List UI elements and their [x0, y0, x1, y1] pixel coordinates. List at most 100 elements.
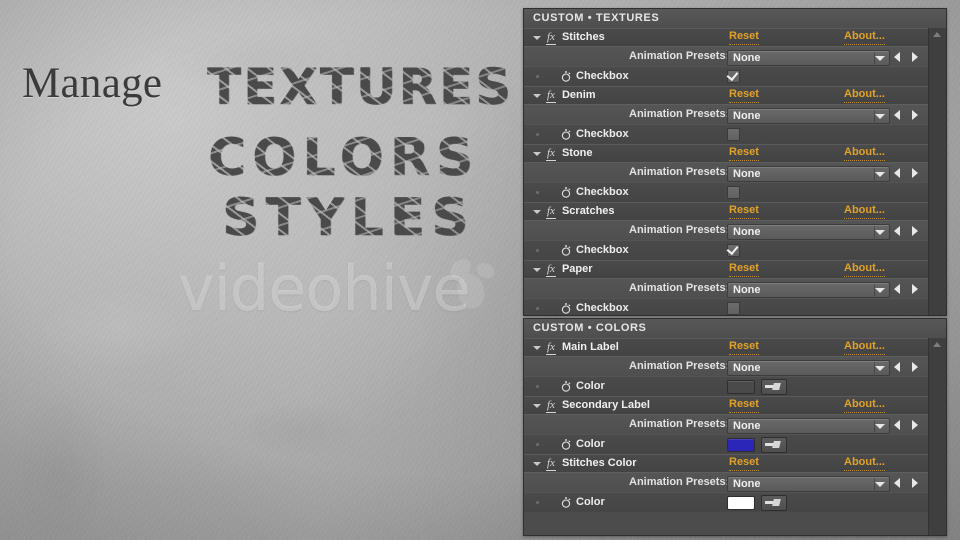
arrow-left-icon[interactable] [894, 110, 900, 120]
reset-link[interactable]: Reset [729, 261, 759, 277]
preset-nav-arrows[interactable] [894, 361, 918, 373]
twirl-down-icon[interactable] [533, 145, 542, 162]
about-link[interactable]: About... [844, 145, 885, 161]
color-swatch[interactable] [727, 438, 755, 452]
twirl-down-icon[interactable] [533, 203, 542, 220]
about-link[interactable]: About... [844, 261, 885, 277]
reset-link[interactable]: Reset [729, 203, 759, 219]
reset-link[interactable]: Reset [729, 87, 759, 103]
fx-icon[interactable]: fx [546, 31, 556, 45]
color-swatch[interactable] [727, 380, 755, 394]
about-link[interactable]: About... [844, 203, 885, 219]
arrow-left-icon[interactable] [894, 478, 900, 488]
effect-header-row[interactable]: fx Stone Reset About... [524, 144, 929, 162]
animation-presets-dropdown[interactable]: None [727, 418, 890, 434]
fx-icon[interactable]: fx [546, 263, 556, 277]
fx-icon[interactable]: fx [546, 89, 556, 103]
twirl-down-icon[interactable] [533, 455, 542, 472]
fx-icon[interactable]: fx [546, 147, 556, 161]
property-checkbox[interactable] [727, 244, 740, 257]
eyedropper-icon[interactable] [761, 379, 787, 395]
effect-header-row[interactable]: fx Denim Reset About... [524, 86, 929, 104]
effect-group: fx Stitches Reset About... Animation Presets… [524, 28, 929, 86]
property-checkbox[interactable] [727, 186, 740, 199]
preset-nav-arrows[interactable] [894, 167, 918, 179]
eyedropper-icon[interactable] [761, 437, 787, 453]
animation-presets-label: Animation Presets: [629, 282, 730, 294]
reset-link[interactable]: Reset [729, 397, 759, 413]
scroll-up-arrow-icon[interactable] [933, 342, 941, 347]
effect-group: fx Denim Reset About... Animation Presets: No… [524, 86, 929, 144]
stopwatch-icon[interactable] [561, 129, 571, 140]
preset-nav-arrows[interactable] [894, 225, 918, 237]
stopwatch-icon[interactable] [561, 497, 571, 508]
arrow-right-icon[interactable] [912, 362, 918, 372]
preset-nav-arrows[interactable] [894, 419, 918, 431]
property-bullet-icon [536, 133, 539, 136]
twirl-down-icon[interactable] [533, 87, 542, 104]
animation-presets-dropdown[interactable]: None [727, 108, 890, 124]
arrow-left-icon[interactable] [894, 226, 900, 236]
stopwatch-icon[interactable] [561, 245, 571, 256]
effect-header-row[interactable]: fx Stitches Reset About... [524, 28, 929, 46]
twirl-down-icon[interactable] [533, 261, 542, 278]
twirl-down-icon[interactable] [533, 29, 542, 46]
fx-icon[interactable]: fx [546, 457, 556, 471]
arrow-right-icon[interactable] [912, 284, 918, 294]
vertical-scrollbar[interactable] [928, 28, 946, 315]
about-link[interactable]: About... [844, 455, 885, 471]
arrow-left-icon[interactable] [894, 52, 900, 62]
about-link[interactable]: About... [844, 29, 885, 45]
effect-header-row[interactable]: fx Scratches Reset About... [524, 202, 929, 220]
effect-header-row[interactable]: fx Paper Reset About... [524, 260, 929, 278]
property-checkbox[interactable] [727, 128, 740, 141]
arrow-right-icon[interactable] [912, 420, 918, 430]
eyedropper-icon[interactable] [761, 495, 787, 511]
stopwatch-icon[interactable] [561, 439, 571, 450]
arrow-left-icon[interactable] [894, 284, 900, 294]
preset-nav-arrows[interactable] [894, 477, 918, 489]
stopwatch-icon[interactable] [561, 303, 571, 314]
color-swatch[interactable] [727, 496, 755, 510]
animation-presets-dropdown[interactable]: None [727, 166, 890, 182]
effect-header-row[interactable]: fx Secondary Label Reset About... [524, 396, 929, 414]
preset-nav-arrows[interactable] [894, 109, 918, 121]
property-checkbox[interactable] [727, 302, 740, 315]
reset-link[interactable]: Reset [729, 145, 759, 161]
animation-presets-value: None [733, 478, 761, 490]
about-link[interactable]: About... [844, 397, 885, 413]
animation-presets-dropdown[interactable]: None [727, 360, 890, 376]
about-link[interactable]: About... [844, 339, 885, 355]
about-link[interactable]: About... [844, 87, 885, 103]
arrow-left-icon[interactable] [894, 362, 900, 372]
preset-nav-arrows[interactable] [894, 283, 918, 295]
fx-icon[interactable]: fx [546, 399, 556, 413]
effect-header-row[interactable]: fx Main Label Reset About... [524, 338, 929, 356]
reset-link[interactable]: Reset [729, 455, 759, 471]
twirl-down-icon[interactable] [533, 339, 542, 356]
effect-header-row[interactable]: fx Stitches Color Reset About... [524, 454, 929, 472]
animation-presets-dropdown[interactable]: None [727, 476, 890, 492]
arrow-right-icon[interactable] [912, 52, 918, 62]
stopwatch-icon[interactable] [561, 71, 571, 82]
animation-presets-dropdown[interactable]: None [727, 282, 890, 298]
stopwatch-icon[interactable] [561, 381, 571, 392]
arrow-left-icon[interactable] [894, 420, 900, 430]
stopwatch-icon[interactable] [561, 187, 571, 198]
animation-presets-dropdown[interactable]: None [727, 224, 890, 240]
reset-link[interactable]: Reset [729, 29, 759, 45]
animation-presets-dropdown[interactable]: None [727, 50, 890, 66]
arrow-right-icon[interactable] [912, 226, 918, 236]
arrow-right-icon[interactable] [912, 110, 918, 120]
twirl-down-icon[interactable] [533, 397, 542, 414]
arrow-right-icon[interactable] [912, 168, 918, 178]
reset-link[interactable]: Reset [729, 339, 759, 355]
vertical-scrollbar[interactable] [928, 338, 946, 535]
scroll-up-arrow-icon[interactable] [933, 32, 941, 37]
fx-icon[interactable]: fx [546, 205, 556, 219]
arrow-left-icon[interactable] [894, 168, 900, 178]
arrow-right-icon[interactable] [912, 478, 918, 488]
fx-icon[interactable]: fx [546, 341, 556, 355]
preset-nav-arrows[interactable] [894, 51, 918, 63]
property-checkbox[interactable] [727, 70, 740, 83]
